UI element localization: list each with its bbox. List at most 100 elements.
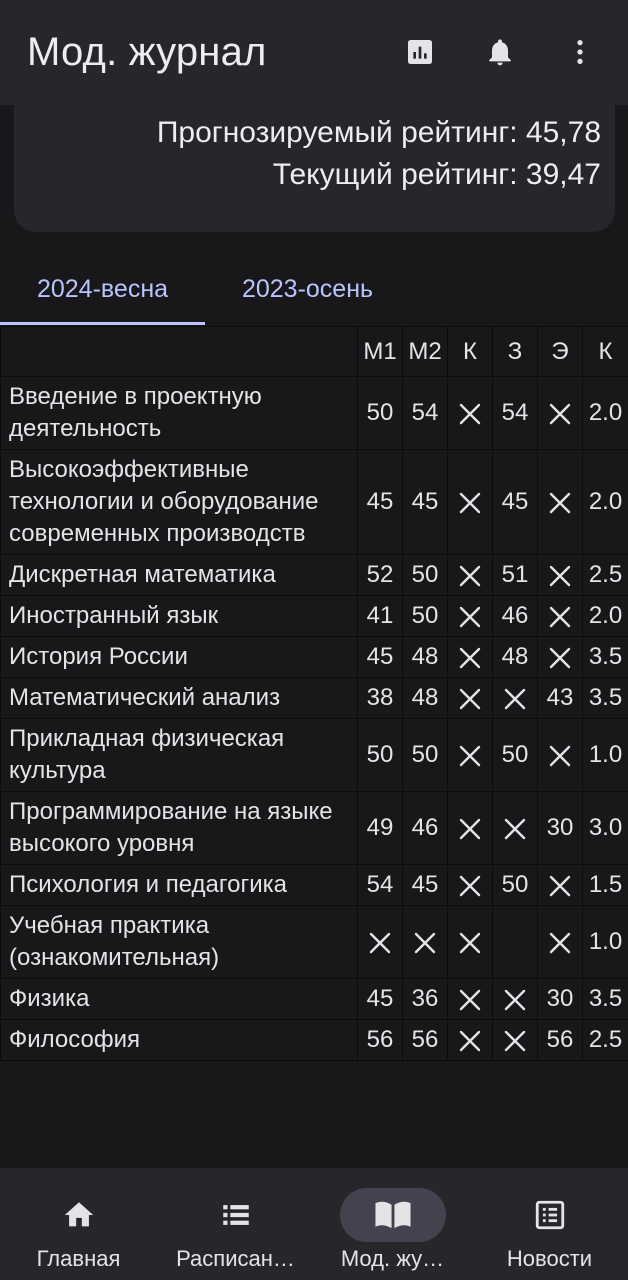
- grade-cell-k: [447, 449, 493, 555]
- not-applicable-icon: [459, 745, 481, 766]
- grade-cell-credits: 3.5: [582, 978, 628, 1020]
- tab-2024-spring[interactable]: 2024-весна: [0, 258, 205, 320]
- grade-cell-m2: 45: [402, 864, 448, 906]
- not-applicable-icon: [459, 875, 481, 896]
- grade-cell-credits: 1.5: [582, 864, 628, 906]
- header-k: К: [447, 326, 493, 377]
- more-options-button[interactable]: [558, 30, 602, 74]
- table-row[interactable]: Введение в проектную деятельность 50 54 54 2…: [0, 376, 628, 450]
- table-row[interactable]: Прикладная физическая культура 50 50 50 1.0: [0, 718, 628, 792]
- grade-cell-m1: 52: [357, 554, 403, 596]
- nav-label-schedule: Расписан…: [176, 1246, 295, 1271]
- grade-cell-e: 56: [537, 1019, 583, 1061]
- grade-cell-z: 50: [492, 718, 538, 792]
- table-row[interactable]: Программирование на языке высокого уровн…: [0, 791, 628, 865]
- grade-cell-credits: 2.5: [582, 1019, 628, 1061]
- grade-cell-z: 45: [492, 449, 538, 555]
- nav-item-journal[interactable]: Мод. жу…: [314, 1168, 471, 1280]
- grade-cell-m1: [357, 905, 403, 979]
- subject-name: Программирование на языке высокого уровн…: [0, 791, 358, 865]
- not-applicable-icon: [459, 565, 481, 586]
- table-row[interactable]: Дискретная математика 52 50 51 2.5: [0, 554, 628, 596]
- table-header-row: М1 М2 К З Э К: [0, 326, 628, 377]
- not-applicable-icon: [549, 647, 571, 668]
- grade-cell-k: [447, 554, 493, 596]
- header-e: Э: [537, 326, 583, 377]
- subject-name: История России: [0, 636, 358, 678]
- current-rating: Текущий рейтинг: 39,47: [272, 158, 601, 191]
- grade-cell-z: [492, 677, 538, 719]
- header-credits: К: [582, 326, 628, 377]
- grade-cell-m1: 45: [357, 978, 403, 1020]
- not-applicable-icon: [459, 818, 481, 839]
- not-applicable-icon: [549, 875, 571, 896]
- grade-cell-k: [447, 677, 493, 719]
- semester-tabs: 2024-весна 2023-осень: [0, 258, 628, 326]
- nav-item-news[interactable]: Новости: [471, 1168, 628, 1280]
- grade-cell-m2: 50: [402, 554, 448, 596]
- subject-name: Учебная практика (ознакомительная): [0, 905, 358, 979]
- not-applicable-icon: [369, 932, 391, 953]
- notifications-button[interactable]: [478, 30, 522, 74]
- subject-name: Физика: [0, 978, 358, 1020]
- grade-cell-m1: 38: [357, 677, 403, 719]
- grade-cell-credits: 3.5: [582, 636, 628, 678]
- nav-item-schedule[interactable]: Расписан…: [157, 1168, 314, 1280]
- nav-label-news: Новости: [506, 1246, 593, 1271]
- not-applicable-icon: [549, 492, 571, 513]
- forecast-rating: Прогнозируемый рейтинг: 45,78: [156, 116, 601, 149]
- grade-cell-k: [447, 978, 493, 1020]
- table-row[interactable]: Иностранный язык 41 50 46 2.0: [0, 595, 628, 637]
- grade-cell-z: [492, 791, 538, 865]
- table-row[interactable]: Учебная практика (ознакомительная) 1.0: [0, 905, 628, 979]
- table-row[interactable]: Философия 56 56 56 2.5: [0, 1019, 628, 1061]
- grade-cell-e: [537, 864, 583, 906]
- grade-cell-k: [447, 905, 493, 979]
- grade-cell-m2: [402, 905, 448, 979]
- news-icon: [535, 1200, 564, 1230]
- grade-cell-e: 43: [537, 677, 583, 719]
- grade-cell-z: 54: [492, 376, 538, 450]
- grade-cell-e: [537, 905, 583, 979]
- table-row[interactable]: Физика 45 36 30 3.5: [0, 978, 628, 1020]
- nav-label-home: Главная: [36, 1246, 121, 1271]
- grade-cell-k: [447, 636, 493, 678]
- grade-cell-credits: 1.0: [582, 718, 628, 792]
- grade-cell-credits: 1.0: [582, 905, 628, 979]
- header-m2: М2: [402, 326, 448, 377]
- grade-cell-k: [447, 595, 493, 637]
- book-icon: [374, 1201, 411, 1229]
- grade-cell-e: [537, 636, 583, 678]
- table-row[interactable]: Математический анализ 38 48 43 3.5: [0, 677, 628, 719]
- grade-cell-m1: 49: [357, 791, 403, 865]
- table-row[interactable]: История России 45 48 48 3.5: [0, 636, 628, 678]
- bottom-navigation: Главная Расписан… Мод. жу… Новости: [0, 1168, 628, 1280]
- tab-2023-autumn[interactable]: 2023-осень: [205, 258, 410, 320]
- grades-table-body: Введение в проектную деятельность 50 54 54 2…: [0, 376, 628, 1061]
- subject-name: Психология и педагогика: [0, 864, 358, 906]
- not-applicable-icon: [504, 989, 526, 1010]
- subject-name: Введение в проектную деятельность: [0, 376, 358, 450]
- grade-cell-z: 50: [492, 864, 538, 906]
- grade-cell-m1: 45: [357, 636, 403, 678]
- stats-button[interactable]: [398, 30, 442, 74]
- grade-cell-m2: 45: [402, 449, 448, 555]
- grade-cell-credits: 3.5: [582, 677, 628, 719]
- not-applicable-icon: [549, 606, 571, 627]
- not-applicable-icon: [504, 818, 526, 839]
- not-applicable-icon: [459, 1030, 481, 1051]
- not-applicable-icon: [459, 688, 481, 709]
- not-applicable-icon: [549, 403, 571, 424]
- list-icon: [222, 1205, 249, 1225]
- subject-name: Иностранный язык: [0, 595, 358, 637]
- grade-cell-credits: 2.0: [582, 595, 628, 637]
- grade-cell-z: 51: [492, 554, 538, 596]
- grade-cell-z: [492, 905, 538, 979]
- grade-cell-m2: 48: [402, 636, 448, 678]
- nav-item-home[interactable]: Главная: [0, 1168, 157, 1280]
- grade-cell-k: [447, 1019, 493, 1061]
- not-applicable-icon: [504, 688, 526, 709]
- table-row[interactable]: Высокоэффективные технологии и оборудова…: [0, 449, 628, 555]
- table-row[interactable]: Психология и педагогика 54 45 50 1.5: [0, 864, 628, 906]
- grade-cell-credits: 2.0: [582, 376, 628, 450]
